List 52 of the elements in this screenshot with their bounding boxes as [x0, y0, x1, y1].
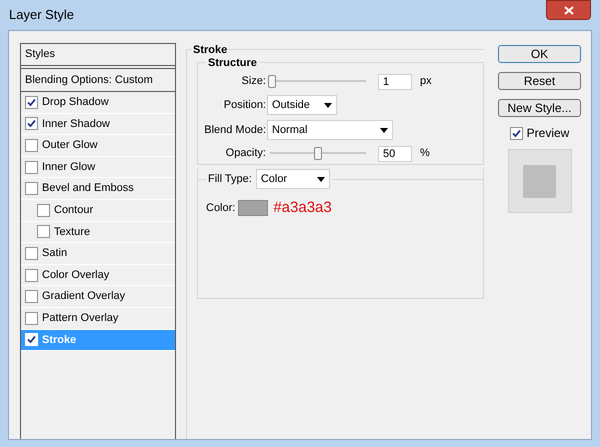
slider-thumb[interactable] [314, 147, 322, 160]
field-label: Fill Type: [208, 172, 252, 187]
color-value: #a3a3a3 [273, 198, 332, 218]
preview-swatch [523, 164, 556, 198]
color-swatch[interactable] [238, 200, 268, 216]
list-item[interactable]: Inner Glow [21, 156, 175, 178]
list-item[interactable]: Outer Glow [21, 135, 175, 157]
ok-button[interactable]: OK [498, 45, 581, 63]
opacity-field[interactable]: 50 [378, 146, 412, 162]
caret-icon [316, 176, 325, 182]
checkbox[interactable] [25, 290, 38, 304]
checkbox[interactable] [25, 138, 38, 152]
checkbox[interactable] [37, 204, 50, 217]
field-label: Color: [206, 201, 236, 216]
checkbox[interactable] [37, 225, 50, 238]
unit-label: % [420, 146, 430, 162]
new-style-button[interactable]: New Style... [498, 99, 581, 117]
dropdown[interactable]: Outside [267, 95, 337, 115]
field-label: Opacity: [224, 146, 266, 162]
window-title: Layer Style [9, 6, 74, 24]
reset-button[interactable]: Reset [498, 72, 581, 90]
field-label: Size: [240, 74, 266, 90]
list-item[interactable]: Texture [21, 222, 175, 244]
preview-label: Preview [526, 125, 570, 142]
checkbox[interactable] [25, 312, 38, 325]
close-button[interactable] [546, 0, 591, 20]
list-item[interactable]: Blending Options: Custom [21, 68, 175, 92]
list-item[interactable]: Gradient Overlay [21, 286, 175, 308]
close-icon [564, 6, 574, 14]
list-item[interactable]: Drop Shadow [21, 92, 175, 114]
checkbox[interactable] [510, 126, 523, 140]
list-item[interactable]: Color Overlay [21, 264, 175, 286]
checkbox[interactable] [25, 96, 38, 109]
checkbox[interactable] [25, 268, 38, 282]
field-label: Position: [222, 98, 266, 113]
list-item[interactable]: Satin [21, 243, 175, 265]
field-label: Blend Mode: [203, 122, 266, 138]
dropdown[interactable]: Color [256, 169, 330, 189]
checkbox[interactable] [25, 182, 38, 196]
checkbox[interactable] [25, 117, 38, 130]
caret-icon [380, 128, 388, 132]
unit-label: px [420, 74, 432, 90]
list-header: Styles [21, 44, 175, 66]
slider-thumb[interactable] [268, 75, 276, 88]
size-field[interactable]: 1 [378, 74, 412, 90]
list-item[interactable]: Inner Shadow [21, 114, 175, 136]
checkbox[interactable] [25, 160, 38, 174]
list-item[interactable]: Contour [21, 200, 175, 222]
checkbox[interactable] [25, 246, 38, 260]
caret-icon [324, 102, 332, 108]
dropdown[interactable]: Normal [267, 120, 393, 140]
list-item[interactable]: Bevel and Emboss [21, 178, 175, 200]
